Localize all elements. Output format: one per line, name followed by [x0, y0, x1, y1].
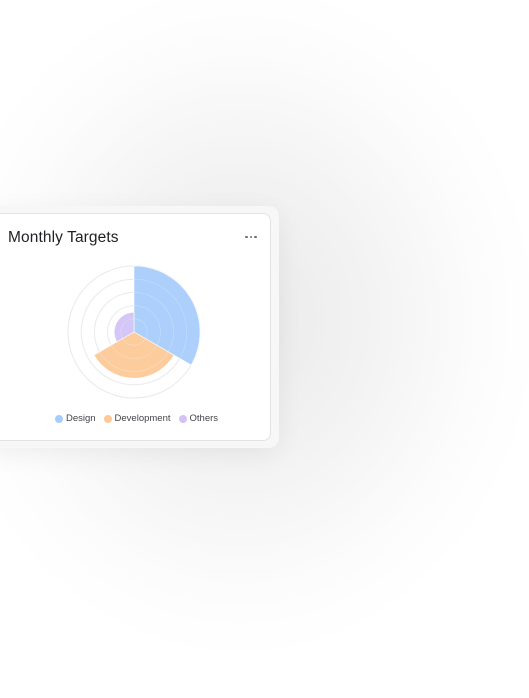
legend-item-others[interactable]: Others — [178, 413, 219, 424]
polar-area-chart — [67, 265, 201, 399]
legend-item-development[interactable]: Development — [103, 413, 171, 424]
monthly-targets-card: Monthly Targets Design Development Other… — [0, 213, 271, 441]
legend-label-development: Development — [114, 413, 171, 424]
legend-label-design: Design — [65, 413, 96, 424]
legend-item-design[interactable]: Design — [54, 413, 96, 424]
legend-label-others: Others — [189, 413, 219, 424]
legend-swatch-design — [54, 414, 63, 423]
legend-swatch-development — [103, 414, 112, 423]
legend-swatch-others — [178, 414, 187, 423]
chart-legend: Design Development Others — [0, 413, 270, 424]
